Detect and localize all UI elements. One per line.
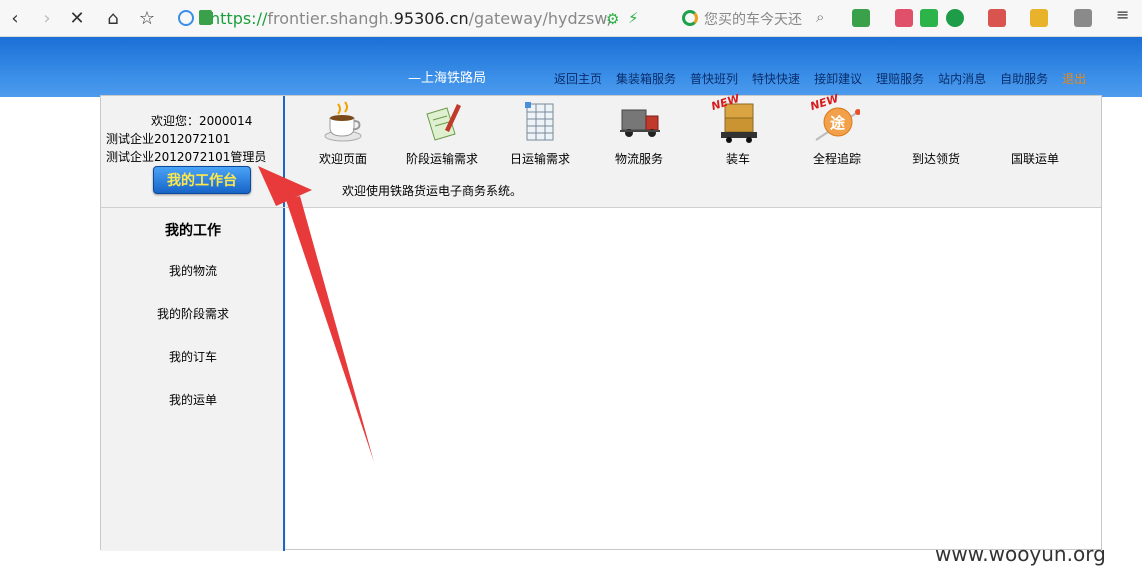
tool-label: 阶段运输需求 [405,152,478,166]
sidebar-item-my-waybill[interactable]: 我的运单 [101,391,285,408]
tool-label: 装车 [725,152,750,166]
loading-container-icon: NEW [710,92,761,144]
coffee-cup-icon [320,100,366,144]
search-box[interactable]: 您买的车今天还 ⌕ [678,6,838,31]
watermark: www.wooyun.org [935,542,1106,566]
menu-icon[interactable]: ≡ [1116,5,1134,24]
back-icon[interactable]: ‹ [4,7,26,29]
welcome-message: 欢迎使用铁路货运电子商务系统。 [342,184,523,198]
nav-home[interactable]: 返回主页 [554,70,602,87]
tool-label: 日运输需求 [509,152,570,166]
search-icon[interactable]: ⌕ [816,8,824,26]
user-role: 测试企业2012072101管理员 [106,150,267,164]
nav-regular-train[interactable]: 普快班列 [690,70,738,87]
document-pen-icon [419,100,465,144]
function-toolbar: 欢迎页面 阶段运输需求 日运输需求 物流服务 NEW 装车 途 NEW 全程追踪… [286,92,1101,208]
nav-messages[interactable]: 站内消息 [938,70,986,87]
truck-icon [616,100,662,144]
apps-icon[interactable] [852,9,870,27]
site-info-icon[interactable] [178,10,194,26]
screenshot-icon[interactable] [1074,9,1092,27]
sidebar-item-my-stage-demand[interactable]: 我的阶段需求 [101,305,285,322]
lock-icon [199,10,212,25]
translate-icon[interactable] [988,9,1006,27]
address-bar[interactable]: https://frontier.shangh.95306.cn/gateway… [170,6,670,31]
tool-loading[interactable]: NEW 装车 [693,92,783,167]
tool-stage-transport-demand[interactable]: 阶段运输需求 [397,100,487,167]
sidebar-item-my-logistics[interactable]: 我的物流 [101,262,285,279]
railway-bureau-title: —上海铁路局 [408,71,487,86]
main-content-area [286,208,1101,549]
forward-icon[interactable]: › [36,7,58,29]
tool-daily-transport-demand[interactable]: 日运输需求 [495,100,585,167]
url-text[interactable]: https://frontier.shangh.95306.cn/gateway… [210,9,610,28]
nav-unloading-advice[interactable]: 接卸建议 [814,70,862,87]
intl-waybill-icon-slot [1012,100,1058,144]
home-icon[interactable]: ⌂ [102,7,124,29]
tool-welcome-page[interactable]: 欢迎页面 [298,100,388,167]
tool-label: 全程追踪 [812,152,861,166]
company-name: 测试企业2012072101 [106,132,231,146]
lightning-icon[interactable]: ⚡ [628,9,639,27]
tool-logistics-service[interactable]: 物流服务 [594,100,684,167]
security-icon[interactable] [946,9,964,27]
top-navigation: 返回主页 集装箱服务 普快班列 特快快速 接卸建议 理赔服务 站内消息 自助服务… [554,70,1086,87]
nav-container-service[interactable]: 集装箱服务 [616,70,676,87]
tool-label: 国联运单 [1010,152,1059,166]
content-frame: 欢迎您：2000014 测试企业2012072101 测试企业201207210… [100,92,1102,551]
tool-arrival-pickup[interactable]: 到达领货 [891,100,981,167]
stop-icon[interactable]: ✕ [66,7,88,29]
nav-self-service[interactable]: 自助服务 [1000,70,1048,87]
user-info-panel: 欢迎您：2000014 测试企业2012072101 测试企业201207210… [101,96,285,208]
tool-intl-waybill[interactable]: 国联运单 [990,100,1080,167]
tool-label: 到达领货 [911,152,960,166]
my-workbench-button[interactable]: 我的工作台 [153,166,251,194]
route-glyph: 途 [830,114,846,132]
tool-full-tracking[interactable]: 途 NEW 全程追踪 [792,92,882,167]
favorite-star-icon[interactable]: ☆ [136,7,158,29]
spreadsheet-icon [517,100,563,144]
speed-icon[interactable]: ⚙ [606,10,619,28]
arrival-pickup-icon-slot [913,100,959,144]
tool-label: 物流服务 [614,152,663,166]
welcome-user-text: 欢迎您：2000014 [151,114,253,128]
nav-express[interactable]: 特快快速 [752,70,800,87]
sidebar-item-my-booking[interactable]: 我的订车 [101,348,285,365]
my-work-heading: 我的工作 [165,223,221,239]
extension-icon[interactable] [895,9,913,27]
tools-icon[interactable] [1030,9,1048,27]
tool-label: 欢迎页面 [318,152,367,166]
nav-logout[interactable]: 退出 [1062,70,1086,87]
search-engine-icon[interactable] [682,10,698,26]
search-input[interactable]: 您买的车今天还 [704,9,804,29]
wechat-icon[interactable] [920,9,938,27]
web-page: —上海铁路局 返回主页 集装箱服务 普快班列 特快快速 接卸建议 理赔服务 站内… [0,37,1142,566]
browser-toolbar: ‹ › ✕ ⌂ ☆ https://frontier.shangh.95306.… [0,0,1142,37]
sidebar: 欢迎您：2000014 测试企业2012072101 测试企业201207210… [101,96,285,551]
tracking-route-icon: 途 NEW [809,92,861,144]
nav-claims[interactable]: 理赔服务 [876,70,924,87]
